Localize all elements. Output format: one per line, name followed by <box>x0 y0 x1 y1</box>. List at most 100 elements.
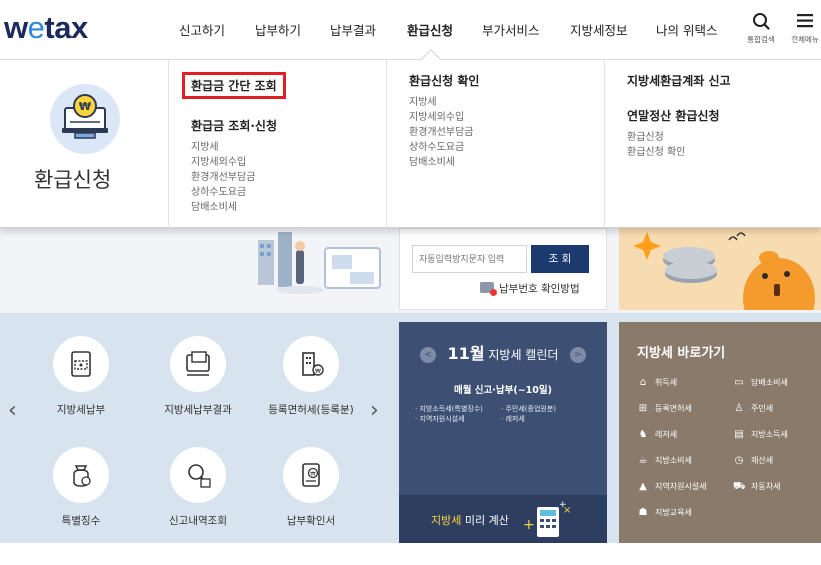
search-caption: 통합검색 <box>747 35 775 44</box>
lookup-water-sewage-link[interactable]: 상하수도요금 <box>191 185 386 200</box>
captcha-input[interactable] <box>412 245 527 273</box>
quick-report-history[interactable]: 신고내역조회 <box>143 447 253 528</box>
bicycle-icon: ♞ <box>638 429 648 440</box>
nav-my-wetax[interactable]: 나의 위택스 <box>656 20 717 39</box>
quick-registration-license-tax[interactable]: ₩ 등록면허세(등록분) <box>256 336 366 417</box>
house-icon: ⌂ <box>639 377 647 388</box>
nav-pay-result[interactable]: 납부결과 <box>330 20 376 39</box>
confirm-environment-charge-link[interactable]: 환경개선부담금 <box>409 125 604 140</box>
cup-icon: ☕ <box>638 455 648 466</box>
shortcut-label: 레저세 <box>655 430 678 439</box>
quick-label: 신고내역조회 <box>169 515 227 527</box>
shortcut-title: 지방세 바로가기 <box>637 346 726 361</box>
receipt-icon: ▤ <box>734 429 744 440</box>
lookup-non-tax-revenue-link[interactable]: 지방세외수입 <box>191 155 386 170</box>
calendar-item: · 지방소득세(특별징수) <box>415 405 483 413</box>
refund-lookup-apply-link[interactable]: 환급금 조회·신청 <box>191 117 386 134</box>
calendar-tax-list: · 지방소득세(특별징수) · 주민세(종업원분) · 지역자원시설세 · 레저세 <box>415 404 587 424</box>
refund-account-report-link[interactable]: 지방세환급계좌 신고 <box>627 72 821 89</box>
mega-menu-title: 환급신청 <box>34 168 112 192</box>
shortcut-label: 재산세 <box>751 456 774 465</box>
svg-text:₩: ₩ <box>310 472 316 478</box>
mega-col-refund-confirm: 환급신청 확인 지방세 지방세외수입 환경개선부담금 상하수도요금 담배소비세 <box>386 60 604 228</box>
carousel-prev-button[interactable]: ‹ <box>8 398 17 423</box>
shortcut-tobacco-tax[interactable]: ▭ 담배소비세 <box>733 377 788 388</box>
wetax-logo[interactable]: wetax <box>4 10 88 46</box>
logo-text-e: e <box>27 10 45 45</box>
payment-number-guide-link[interactable]: 납부번호 확인방법 <box>480 281 580 296</box>
quick-special-collection[interactable]: 특별징수 <box>26 447 136 528</box>
shortcut-local-consumption-tax[interactable]: ☕ 지방소비세 <box>637 455 692 466</box>
year-end-confirm-link[interactable]: 환급신청 확인 <box>627 145 821 160</box>
graduation-cap-icon: ☗ <box>638 507 648 518</box>
svg-text:+: + <box>559 500 567 510</box>
year-end-apply-link[interactable]: 환급신청 <box>627 130 821 145</box>
svg-text:₩: ₩ <box>315 368 321 375</box>
lookup-environment-charge-link[interactable]: 환경개선부담금 <box>191 170 386 185</box>
confirm-local-tax-link[interactable]: 지방세 <box>409 95 604 110</box>
shortcut-registration-tax[interactable]: ⊞ 등록면허세 <box>637 403 692 414</box>
integrated-search-button[interactable]: 통합검색 <box>741 12 781 45</box>
svg-text:+: + <box>523 517 535 533</box>
calendar-item: · 지역자원시설세 <box>415 415 465 423</box>
nav-refund[interactable]: 환급신청 <box>407 20 453 39</box>
tax-calculator-link[interactable]: 지방세 미리 계산 + × + <box>399 495 607 543</box>
nav-local-tax-info[interactable]: 지방세정보 <box>570 20 628 39</box>
mascot-illustration <box>633 232 815 310</box>
calculator-icon: + × + <box>523 500 571 537</box>
nav-pay[interactable]: 납부하기 <box>255 20 301 39</box>
carousel-next-button[interactable]: › <box>370 398 379 423</box>
page-bottom-area <box>0 543 821 565</box>
calendar-next-button[interactable]: > <box>569 347 586 363</box>
tax-calculator-label: 지방세 미리 계산 <box>431 512 509 528</box>
nav-extra-services[interactable]: 부가서비스 <box>482 20 540 39</box>
shortcut-label: 담배소비세 <box>751 378 788 387</box>
calendar-item: · 주민세(종업원분) <box>501 405 556 413</box>
lookup-local-tax-link[interactable]: 지방세 <box>191 140 386 155</box>
shortcut-label: 지방소비세 <box>655 456 692 465</box>
logo-text-tax: tax <box>44 10 88 45</box>
shortcut-property-tax[interactable]: ◷ 재산세 <box>733 455 773 466</box>
shortcut-local-education-tax[interactable]: ☗ 지방교육세 <box>637 507 692 518</box>
payment-number-lookup-box: 조 회 납부번호 확인방법 <box>399 228 607 310</box>
mountain-icon: ▲ <box>639 481 647 492</box>
calendar-deadline: 매월 신고·납부(~10일) <box>454 385 552 396</box>
mascot-banner[interactable] <box>619 228 821 310</box>
refund-mega-menu: ₩ 환급신청 환급금 간단 조회 환급금 조회·신청 지방세 지방세외수입 환경… <box>0 60 821 228</box>
lookup-button[interactable]: 조 회 <box>531 245 589 273</box>
local-tax-shortcuts: 지방세 바로가기 ⌂ 취득세 ▭ 담배소비세 ⊞ 등록면허세 ♙ 주민세 ♞ 레저세 ▤ 지… <box>619 322 821 543</box>
shortcut-resident-tax[interactable]: ♙ 주민세 <box>733 403 774 414</box>
calendar-prev-button[interactable]: < <box>420 347 437 363</box>
confirm-tobacco-tax-link[interactable]: 담배소비세 <box>409 155 604 170</box>
nav-report[interactable]: 신고하기 <box>179 20 225 39</box>
plus-box-icon: ⊞ <box>638 403 648 414</box>
shortcut-label: 자동차세 <box>751 482 781 491</box>
confirm-non-tax-revenue-link[interactable]: 지방세외수입 <box>409 110 604 125</box>
shortcut-regional-resource-tax[interactable]: ▲ 지역자원시설세 <box>637 481 707 492</box>
shortcut-local-income-tax[interactable]: ▤ 지방소득세 <box>733 429 788 440</box>
money-bag-icon <box>53 447 109 503</box>
simple-refund-lookup-link[interactable]: 환급금 간단 조회 <box>182 72 286 99</box>
quick-payment-certificate[interactable]: ₩ 납부확인서 <box>256 447 366 528</box>
shortcut-acquisition-tax[interactable]: ⌂ 취득세 <box>637 377 677 388</box>
year-end-refund-link[interactable]: 연말정산 환급신청 <box>627 107 821 124</box>
guide-label: 납부번호 확인방법 <box>499 283 580 295</box>
quick-label: 지방세납부결과 <box>164 404 232 416</box>
refund-confirm-link[interactable]: 환급신청 확인 <box>409 72 604 89</box>
quick-label: 지방세납부 <box>56 404 106 416</box>
quick-local-tax-pay-result[interactable]: 지방세납부결과 <box>143 336 253 417</box>
shortcut-vehicle-tax[interactable]: ⛟ 자동차세 <box>733 481 780 494</box>
confirm-water-sewage-link[interactable]: 상하수도요금 <box>409 140 604 155</box>
shortcut-leisure-tax[interactable]: ♞ 레저세 <box>637 429 678 440</box>
all-menu-button[interactable]: 전체메뉴 <box>785 12 821 45</box>
shortcut-label: 지역자원시설세 <box>655 482 707 491</box>
svg-text:₩: ₩ <box>79 100 91 113</box>
mega-menu-side: ₩ 환급신청 <box>0 60 168 228</box>
lookup-tobacco-tax-link[interactable]: 담배소비세 <box>191 200 386 215</box>
site-header: wetax 신고하기 납부하기 납부결과 환급신청 부가서비스 지방세정보 나의… <box>0 0 821 60</box>
notice-icon <box>480 282 497 296</box>
logo-text-w: w <box>4 10 28 45</box>
quick-local-tax-pay[interactable]: 지방세납부 <box>26 336 136 417</box>
